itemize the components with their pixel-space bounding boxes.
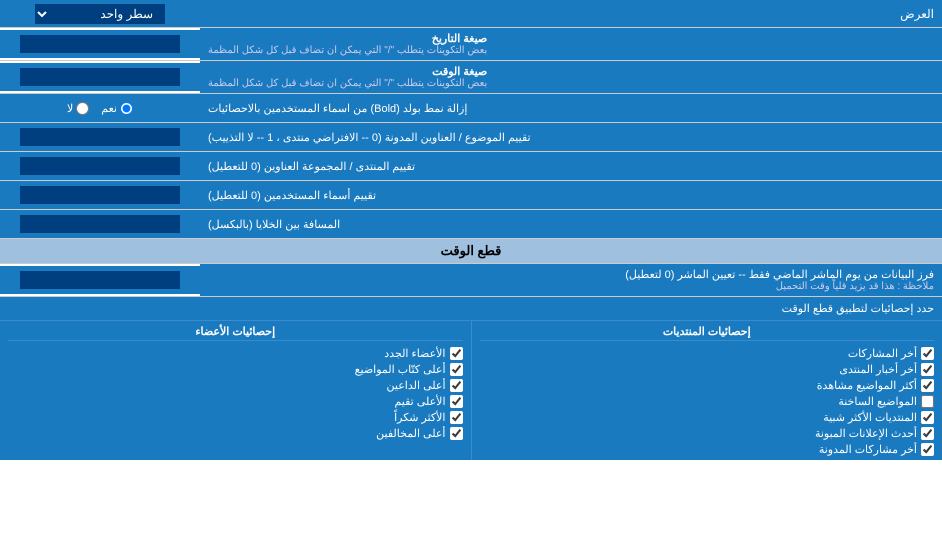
- user-order-row: تقييم أسماء المستخدمين (0 للتعطيل) 0: [0, 181, 942, 210]
- forum-order-row: تقييم المنتدى / المجموعة العناوين (0 للت…: [0, 152, 942, 181]
- date-format-title: صيغة التاريخ: [208, 32, 487, 45]
- stats-limit-label: حدد إحصائيات لتطبيق قطع الوقت: [0, 300, 942, 317]
- user-order-input[interactable]: 0: [20, 186, 180, 204]
- checkbox-posts-6[interactable]: [921, 427, 934, 440]
- list-item: الأعضاء الجدد: [8, 347, 463, 360]
- time-cut-label: فرز البيانات من يوم الماشر الماضي فقط --…: [200, 264, 942, 296]
- display-select-wrapper: سطر واحدسطرانثلاثة أسطر: [0, 2, 200, 26]
- list-item: أعلى المخالفين: [8, 427, 463, 440]
- checkbox-posts-3[interactable]: [921, 379, 934, 392]
- checkbox-posts-7[interactable]: [921, 443, 934, 456]
- time-cut-section-header: قطع الوقت: [0, 239, 942, 264]
- list-item: المواضيع الساخنة: [480, 395, 935, 408]
- user-order-input-wrapper: 0: [0, 181, 200, 209]
- checkbox-members-6[interactable]: [450, 427, 463, 440]
- list-item: أعلى كتّاب المواضيع: [8, 363, 463, 376]
- date-format-input[interactable]: d-m: [20, 35, 180, 53]
- bold-radio-area: نعم لا: [0, 94, 200, 122]
- date-format-row: صيغة التاريخ بعض التكوينات يتطلب "/" الت…: [0, 28, 942, 61]
- list-item: الأكثر شكراً: [8, 411, 463, 424]
- time-format-label: صيغة الوقت بعض التكوينات يتطلب "/" التي …: [200, 61, 942, 93]
- list-item: أعلى الداعين: [8, 379, 463, 392]
- posts-stats-col-title: إحصائيات المنتديات: [480, 325, 935, 341]
- cell-spacing-input[interactable]: 2: [20, 215, 180, 233]
- checkbox-members-5[interactable]: [450, 411, 463, 424]
- date-format-label: صيغة التاريخ بعض التكوينات يتطلب "/" الت…: [200, 28, 942, 60]
- checkbox-posts-5-label: المنتديات الأكثر شبية: [823, 411, 917, 424]
- time-cut-title: فرز البيانات من يوم الماشر الماضي فقط --…: [208, 268, 934, 281]
- forum-order-input-wrapper: 33: [0, 152, 200, 180]
- list-item: أكثر المواضيع مشاهدة: [480, 379, 935, 392]
- checkbox-members-6-label: أعلى المخالفين: [376, 427, 445, 440]
- bold-radio-yes[interactable]: [120, 102, 133, 115]
- time-format-title: صيغة الوقت: [208, 65, 487, 78]
- user-order-label: تقييم أسماء المستخدمين (0 للتعطيل): [200, 181, 942, 209]
- checkbox-members-3[interactable]: [450, 379, 463, 392]
- time-cut-input-wrapper: 0: [0, 266, 200, 294]
- time-cut-row: فرز البيانات من يوم الماشر الماضي فقط --…: [0, 264, 942, 297]
- bold-radio-yes-label[interactable]: نعم: [101, 102, 133, 115]
- stats-limit-row: حدد إحصائيات لتطبيق قطع الوقت: [0, 297, 942, 321]
- time-format-input[interactable]: H:i: [20, 68, 180, 86]
- time-cut-note: ملاحظة : هذا قد يزيد قلياً وقت التحميل: [208, 281, 934, 292]
- date-format-sublabel: بعض التكوينات يتطلب "/" التي يمكن ان تضا…: [208, 45, 487, 56]
- two-col-checkboxes: إحصائيات المنتديات أخر المشاركات أخر أخب…: [0, 321, 942, 460]
- checkbox-posts-2[interactable]: [921, 363, 934, 376]
- display-label: العرض: [200, 3, 942, 25]
- checkbox-posts-1-label: أخر المشاركات: [848, 347, 917, 360]
- cell-spacing-row: المسافة بين الخلايا (بالبكسل) 2: [0, 210, 942, 239]
- topic-order-label: تقييم الموضوع / العناوين المدونة (0 -- ا…: [200, 123, 942, 151]
- checkbox-members-5-label: الأكثر شكراً: [394, 411, 445, 424]
- time-cut-input[interactable]: 0: [20, 271, 180, 289]
- checkbox-posts-6-label: أحدث الإعلانات المبونة: [815, 427, 917, 440]
- bold-yes-text: نعم: [101, 102, 117, 115]
- checkbox-posts-7-label: أخر مشاركات المدونة: [819, 443, 917, 456]
- display-select[interactable]: سطر واحدسطرانثلاثة أسطر: [35, 4, 165, 24]
- list-item: الأعلى تقيم: [8, 395, 463, 408]
- display-row: العرض سطر واحدسطرانثلاثة أسطر: [0, 0, 942, 28]
- topic-order-input[interactable]: 33: [20, 128, 180, 146]
- forum-order-label: تقييم المنتدى / المجموعة العناوين (0 للت…: [200, 152, 942, 180]
- checkbox-posts-1[interactable]: [921, 347, 934, 360]
- checkbox-members-2[interactable]: [450, 363, 463, 376]
- members-stats-col-title: إحصائيات الأعضاء: [8, 325, 463, 341]
- list-item: أحدث الإعلانات المبونة: [480, 427, 935, 440]
- checkbox-members-4[interactable]: [450, 395, 463, 408]
- bold-radio-no[interactable]: [76, 102, 89, 115]
- checkbox-posts-4[interactable]: [921, 395, 934, 408]
- list-item: المنتديات الأكثر شبية: [480, 411, 935, 424]
- checkbox-members-1-label: الأعضاء الجدد: [384, 347, 445, 360]
- bold-no-text: لا: [67, 102, 73, 115]
- bold-radio-no-label[interactable]: لا: [67, 102, 89, 115]
- checkbox-members-1[interactable]: [450, 347, 463, 360]
- checkbox-members-2-label: أعلى كتّاب المواضيع: [355, 363, 446, 376]
- list-item: أخر أخبار المنتدى: [480, 363, 935, 376]
- checkbox-members-4-label: الأعلى تقيم: [394, 395, 445, 408]
- checkbox-posts-3-label: أكثر المواضيع مشاهدة: [817, 379, 917, 392]
- checkbox-posts-4-label: المواضيع الساخنة: [838, 395, 917, 408]
- checkbox-members-3-label: أعلى الداعين: [387, 379, 446, 392]
- date-format-input-wrapper: d-m: [0, 30, 200, 58]
- members-stats-col: إحصائيات الأعضاء الأعضاء الجدد أعلى كتّا…: [0, 321, 472, 460]
- list-item: أخر المشاركات: [480, 347, 935, 360]
- topic-order-input-wrapper: 33: [0, 123, 200, 151]
- forum-order-input[interactable]: 33: [20, 157, 180, 175]
- main-container: العرض سطر واحدسطرانثلاثة أسطر صيغة التار…: [0, 0, 942, 460]
- time-format-sublabel: بعض التكوينات يتطلب "/" التي يمكن ان تضا…: [208, 78, 487, 89]
- checkboxes-wrapper: حدد إحصائيات لتطبيق قطع الوقت إحصائيات ا…: [0, 297, 942, 460]
- bold-row: إزالة نمط بولد (Bold) من اسماء المستخدمي…: [0, 94, 942, 123]
- list-item: أخر مشاركات المدونة: [480, 443, 935, 456]
- topic-order-row: تقييم الموضوع / العناوين المدونة (0 -- ا…: [0, 123, 942, 152]
- cell-spacing-input-wrapper: 2: [0, 210, 200, 238]
- time-format-input-wrapper: H:i: [0, 63, 200, 91]
- cell-spacing-label: المسافة بين الخلايا (بالبكسل): [200, 210, 942, 238]
- posts-stats-col: إحصائيات المنتديات أخر المشاركات أخر أخب…: [472, 321, 942, 460]
- time-format-row: صيغة الوقت بعض التكوينات يتطلب "/" التي …: [0, 61, 942, 94]
- checkbox-posts-2-label: أخر أخبار المنتدى: [839, 363, 917, 376]
- bold-label: إزالة نمط بولد (Bold) من اسماء المستخدمي…: [200, 94, 942, 122]
- checkbox-posts-5[interactable]: [921, 411, 934, 424]
